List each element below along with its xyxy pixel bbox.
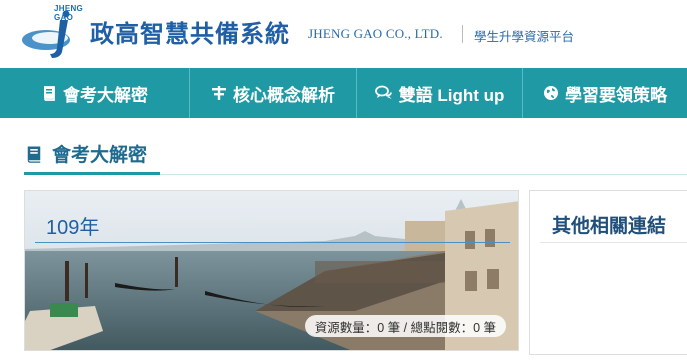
nav-item-bilingual[interactable]: 雙語 Light up [357, 68, 523, 118]
chat-bubbles-icon [374, 85, 393, 101]
site-subtitle: 學生升學資源平台 [474, 30, 575, 44]
main-nav: 會考大解密 核心概念解析 雙語 Light up 學習要領策略 [0, 68, 687, 118]
nav-item-learning-strategy[interactable]: 學習要領策略 [523, 68, 687, 118]
nav-label: 學習要領策略 [565, 85, 667, 105]
year-card[interactable]: 109年 資源數量：0 筆 / 總點閱數：0 筆 [24, 190, 519, 351]
section-accent-bar [24, 172, 160, 175]
site-header: JHENG GAO 政高智慧共備系統 JHENG GAO CO., LTD. 學… [0, 0, 687, 68]
globe-icon [543, 85, 559, 101]
card-year-title[interactable]: 109年 [46, 211, 99, 240]
related-links-panel: 其他相關連結 [529, 190, 687, 355]
nav-item-core-concepts[interactable]: 核心概念解析 [190, 68, 357, 118]
resource-stats-badge: 資源數量：0 筆 / 總點閱數：0 筆 [304, 315, 506, 337]
header-divider [462, 25, 463, 43]
company-name: JHENG GAO CO., LTD. [308, 26, 443, 41]
logo-text: JHENG GAO [54, 4, 84, 22]
core-concept-icon [211, 85, 227, 101]
card-title-underline [35, 242, 510, 243]
brand-logo[interactable]: JHENG GAO [20, 2, 84, 60]
book-icon [24, 144, 44, 164]
nav-item-exam-decode[interactable]: 會考大解密 [0, 68, 190, 118]
site-title[interactable]: 政高智慧共備系統 [90, 14, 290, 49]
nav-label: 雙語 Light up [398, 85, 505, 105]
related-links-divider [540, 242, 687, 243]
related-links-title: 其他相關連結 [552, 216, 667, 237]
book-icon [41, 85, 57, 101]
section-heading: 會考大解密 [24, 140, 147, 167]
nav-label: 會考大解密 [63, 85, 148, 105]
nav-label: 核心概念解析 [233, 85, 335, 105]
section-title: 會考大解密 [52, 145, 148, 166]
